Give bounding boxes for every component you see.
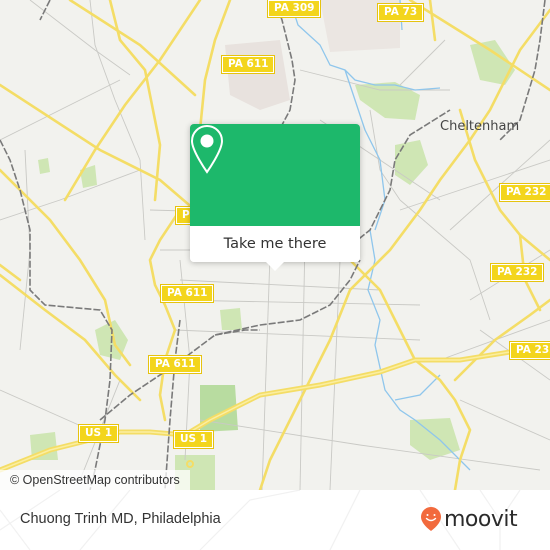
shield-label: P [182,209,190,221]
map-pin-icon [190,124,224,174]
shield-label: PA 73 [384,6,418,18]
park-area [355,82,420,120]
moovit-logo[interactable]: moovit [420,506,518,532]
shield-label: PA 611 [155,358,196,370]
place-label-cheltenham: Cheltenham [440,119,520,134]
map-canvas[interactable]: PA 309 PA 73 PA 611 PA 232 PA 232 PA 232… [0,0,550,490]
shield-label: US 1 [180,433,208,445]
popup-header [190,124,360,226]
shield-label: PA 232 [506,186,547,198]
attribution-text[interactable]: © OpenStreetMap contributors [10,473,180,487]
park-area [220,308,242,330]
moovit-wordmark: moovit [444,506,518,532]
popup-tail [266,262,284,271]
route-shield-pa309: PA 309 [266,0,322,18]
map-attribution[interactable]: © OpenStreetMap contributors [0,470,190,490]
place-title: Chuong Trinh MD, Philadelphia [20,511,221,527]
shield-label: PA 611 [167,287,208,299]
location-popup[interactable]: Take me there [190,124,360,271]
shield-label: PA 232 [497,266,538,278]
route-shield-pa73: PA 73 [376,3,425,22]
route-shield-us1: US 1 [77,424,120,443]
shield-label: PA 611 [228,58,269,70]
park-area [410,418,460,460]
park-area [38,158,50,174]
route-shield-pa611: PA 611 [159,284,215,303]
shield-label: PA 232 [516,344,550,356]
route-shield-pa232: PA 232 [498,183,550,202]
route-shield-us1: US 1 [172,430,215,449]
route-shield-pa611: PA 611 [147,355,203,374]
route-shield-pa611: PA 611 [220,55,276,74]
take-me-there-button[interactable]: Take me there [190,226,360,262]
route-shield-pa232: PA 232 [508,341,550,360]
park-area [395,140,428,185]
campus-area [225,40,290,110]
shield-label: PA 309 [274,2,315,14]
shield-label: US 1 [85,427,113,439]
moovit-pin-icon [421,507,441,531]
route-shield-pa232: PA 232 [489,263,545,282]
